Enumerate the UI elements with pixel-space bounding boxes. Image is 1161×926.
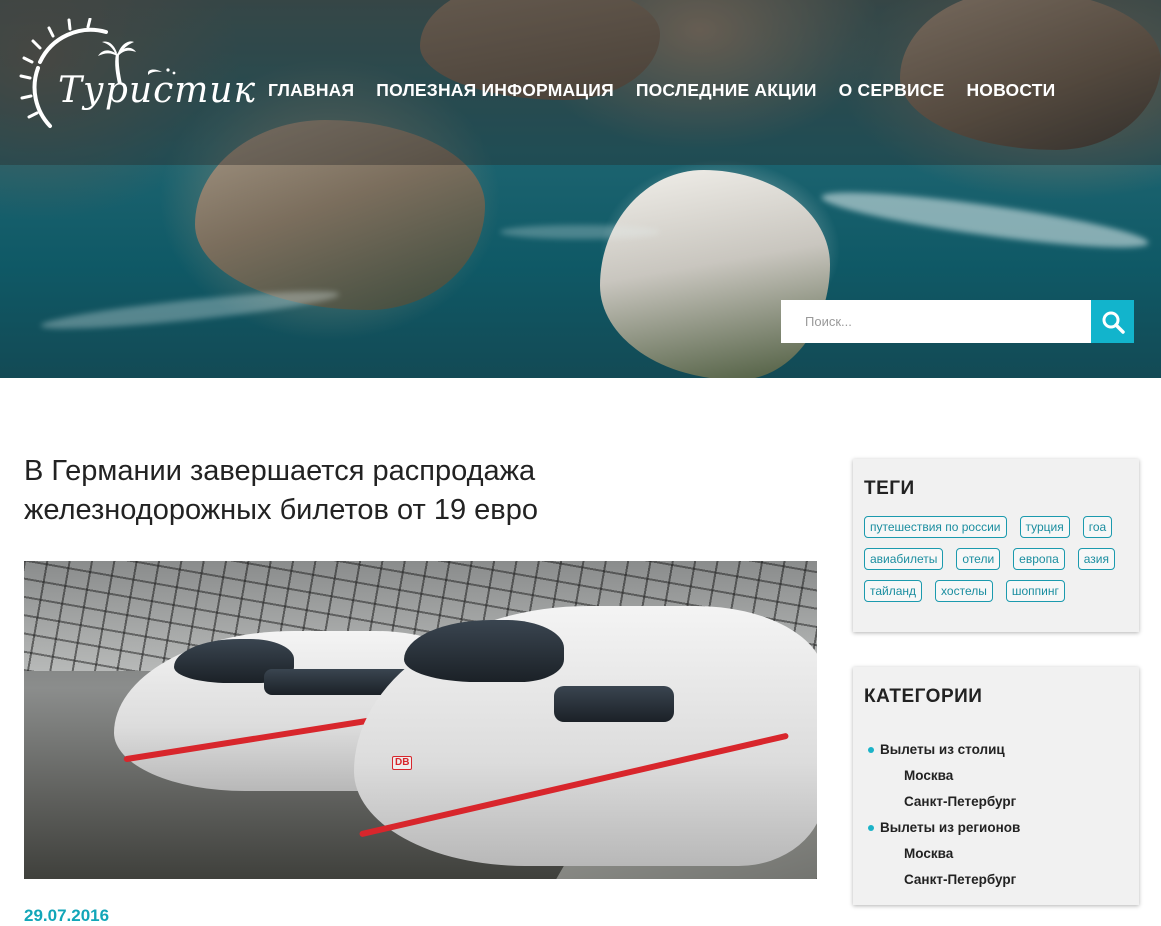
nav-item-latest-deals[interactable]: ПОСЛЕДНИЕ АКЦИИ xyxy=(636,80,817,101)
category-list: Вылеты из столиц Москва Санкт-Петербург … xyxy=(864,737,1020,893)
tag-link[interactable]: путешествия по россии xyxy=(864,516,1007,538)
tags-widget: ТЕГИ путешествия по россии турция гоа ав… xyxy=(853,459,1139,632)
logo-wordmark: Туристик xyxy=(58,70,257,111)
tag-link[interactable]: гоа xyxy=(1082,516,1113,538)
nav-item-useful-info[interactable]: ПОЛЕЗНАЯ ИНФОРМАЦИЯ xyxy=(376,80,614,101)
categories-widget-title: КАТЕГОРИИ xyxy=(864,686,983,707)
tag-row: путешествия по россии турция гоа xyxy=(864,516,1132,538)
nav-item-about-service[interactable]: О СЕРВИСЕ xyxy=(839,80,945,101)
nav-item-home[interactable]: ГЛАВНАЯ xyxy=(268,80,354,101)
tags-widget-title: ТЕГИ xyxy=(864,478,915,499)
subcategory-item[interactable]: Санкт-Петербург xyxy=(864,867,1020,893)
category-label: Вылеты из регионов xyxy=(880,820,1021,835)
category-item-regions[interactable]: Вылеты из регионов xyxy=(864,815,1020,841)
subcategory-item[interactable]: Москва xyxy=(864,841,1020,867)
bullet-icon xyxy=(868,825,874,831)
tag-cloud: путешествия по россии турция гоа авиабил… xyxy=(864,516,1132,612)
tag-link[interactable]: хостелы xyxy=(935,580,993,602)
tag-row: авиабилеты отели европа азия xyxy=(864,548,1132,570)
hero-rock xyxy=(600,170,830,378)
hero-wave xyxy=(500,225,660,239)
article-image: DB xyxy=(24,561,817,879)
bullet-icon xyxy=(868,747,874,753)
article-date: 29.07.2016 xyxy=(24,906,110,925)
article-title: В Германии завершается распродажа железн… xyxy=(24,455,538,526)
search-input[interactable] xyxy=(781,300,1091,343)
nav-item-news[interactable]: НОВОСТИ xyxy=(966,80,1055,101)
search-button[interactable] xyxy=(1091,300,1134,343)
tag-link[interactable]: шоппинг xyxy=(1005,580,1065,602)
category-label: Вылеты из столиц xyxy=(880,742,1005,757)
hero-wave xyxy=(39,284,341,336)
train-front: DB xyxy=(354,606,817,876)
search-form xyxy=(781,300,1134,343)
main-nav: ГЛАВНАЯ ПОЛЕЗНАЯ ИНФОРМАЦИЯ ПОСЛЕДНИЕ АК… xyxy=(268,80,1077,101)
hero-banner: Туристик ГЛАВНАЯ ПОЛЕЗНАЯ ИНФОРМАЦИЯ ПОС… xyxy=(0,0,1161,378)
tag-link[interactable]: тайланд xyxy=(864,580,923,602)
tag-link[interactable]: отели xyxy=(956,548,1001,570)
db-logo: DB xyxy=(392,756,413,770)
subcategory-item[interactable]: Санкт-Петербург xyxy=(864,789,1020,815)
tag-link[interactable]: турция xyxy=(1019,516,1070,538)
search-icon xyxy=(1102,311,1125,334)
tag-link[interactable]: азия xyxy=(1077,548,1115,570)
site-logo[interactable]: Туристик xyxy=(18,18,255,133)
tag-link[interactable]: авиабилеты xyxy=(864,548,944,570)
tag-row: тайланд хостелы шоппинг xyxy=(864,580,1132,602)
categories-widget: КАТЕГОРИИ Вылеты из столиц Москва Санкт-… xyxy=(853,667,1139,905)
subcategory-item[interactable]: Москва xyxy=(864,763,1020,789)
top-navigation-bar: Туристик ГЛАВНАЯ ПОЛЕЗНАЯ ИНФОРМАЦИЯ ПОС… xyxy=(0,0,1161,165)
tag-link[interactable]: европа xyxy=(1013,548,1065,570)
hero-wave xyxy=(819,182,1151,258)
category-item-capitals[interactable]: Вылеты из столиц xyxy=(864,737,1020,763)
